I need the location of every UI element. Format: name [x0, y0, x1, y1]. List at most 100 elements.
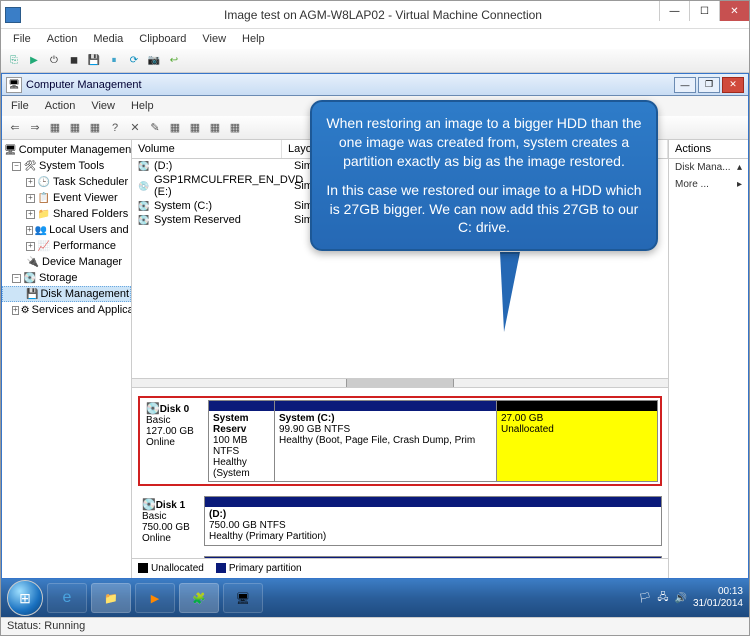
label: Shared Folders: [53, 208, 128, 220]
tray-date: 31/01/2014: [693, 598, 743, 610]
toolbar-icon[interactable]: ▦: [186, 119, 204, 137]
actions-disk[interactable]: Disk Mana...▴: [669, 159, 748, 176]
col-volume[interactable]: Volume: [132, 140, 282, 158]
label: Performance: [53, 240, 116, 252]
disk-icon: 💽: [142, 499, 156, 511]
tree-event-viewer[interactable]: +📋Event Viewer: [2, 190, 131, 206]
label: Device Manager: [42, 256, 122, 268]
vol-name: GSP1RMCULFRER_EN_DVD (E:): [154, 174, 294, 198]
vm-menu-help[interactable]: Help: [238, 31, 269, 47]
tree-performance[interactable]: +📈Performance: [2, 238, 131, 254]
toolbar-icon[interactable]: ▦: [166, 119, 184, 137]
forward-icon[interactable]: ⇒: [26, 119, 44, 137]
help-icon[interactable]: ?: [106, 119, 124, 137]
vol-name: (D:): [154, 160, 294, 172]
partition-d[interactable]: (D:)750.00 GB NTFSHealthy (Primary Parti…: [205, 497, 661, 545]
tree-local-users[interactable]: +👥Local Users and Gro: [2, 222, 131, 238]
vm-app-icon: [5, 7, 21, 23]
disk-title: Disk 1: [156, 500, 185, 511]
close-button[interactable]: ✕: [719, 1, 749, 21]
cm-menu-file[interactable]: File: [8, 99, 32, 113]
tree-services[interactable]: +⚙Services and Applicati: [2, 302, 131, 318]
back-icon[interactable]: ⇐: [6, 119, 24, 137]
part-size: 27.00 GB: [501, 413, 653, 424]
toolbar-icon[interactable]: ✕: [126, 119, 144, 137]
cm-minimize-button[interactable]: —: [674, 77, 696, 93]
reset-icon[interactable]: ⟳: [125, 52, 143, 70]
chevron-right-icon: ▸: [737, 179, 742, 190]
props-icon[interactable]: ▦: [86, 119, 104, 137]
actions-more[interactable]: More ...▸: [669, 176, 748, 193]
cm-menu-help[interactable]: Help: [128, 99, 157, 113]
disk-type: Basic: [142, 511, 200, 522]
taskbar-media[interactable]: ▶: [135, 583, 175, 613]
taskbar-ie[interactable]: e: [47, 583, 87, 613]
chevron-up-icon: ▴: [737, 162, 742, 173]
maximize-button[interactable]: ☐: [689, 1, 719, 21]
taskbar: ⊞ e 📁 ▶ 🧩 🖥 🏳 🖧 🔊 00:13 31/01/2014: [1, 579, 749, 617]
turnoff-icon[interactable]: ⏻: [45, 52, 63, 70]
vm-menu-file[interactable]: File: [9, 31, 35, 47]
tree-task-scheduler[interactable]: +🕒Task Scheduler: [2, 174, 131, 190]
tray-clock[interactable]: 00:13 31/01/2014: [693, 586, 743, 610]
toolbar-icon[interactable]: ▦: [226, 119, 244, 137]
start-icon[interactable]: ▶: [25, 52, 43, 70]
shutdown-icon[interactable]: ◼: [65, 52, 83, 70]
tree-root[interactable]: 🖥Computer Management (L: [2, 142, 131, 158]
save-icon[interactable]: 💾: [85, 52, 103, 70]
disk1-bar: (D:)750.00 GB NTFSHealthy (Primary Parti…: [204, 496, 662, 546]
tray-network-icon[interactable]: 🖧: [657, 590, 668, 607]
disk-status: Online: [146, 437, 204, 448]
taskbar-explorer[interactable]: 📁: [91, 583, 131, 613]
cm-app-icon: 🖥: [6, 77, 22, 93]
minimize-button[interactable]: —: [659, 1, 689, 21]
actions-header: Actions: [669, 140, 748, 159]
annotation-callout: When restoring an image to a bigger HDD …: [310, 100, 658, 251]
disk1-header: 💽Disk 1 Basic 750.00 GB Online: [138, 496, 204, 546]
tree-disk-management[interactable]: 💾Disk Management: [2, 286, 131, 302]
cm-close-button[interactable]: ✕: [722, 77, 744, 93]
vm-menu-view[interactable]: View: [198, 31, 230, 47]
cm-maximize-button[interactable]: ❐: [698, 77, 720, 93]
legend-unalloc: Unallocated: [151, 563, 204, 574]
pause-icon[interactable]: ⏸: [105, 52, 123, 70]
toolbar-icon[interactable]: ✎: [146, 119, 164, 137]
snapshot-icon[interactable]: 📷: [145, 52, 163, 70]
disk1-row[interactable]: 💽Disk 1 Basic 750.00 GB Online (D:)750.0…: [138, 496, 662, 546]
up-icon[interactable]: ▦: [46, 119, 64, 137]
partition-system-c[interactable]: System (C:)99.90 GB NTFSHealthy (Boot, P…: [275, 401, 497, 481]
tree-system-tools[interactable]: −🛠System Tools: [2, 158, 131, 174]
vm-menu-clipboard[interactable]: Clipboard: [135, 31, 190, 47]
ctrlaltdel-icon[interactable]: ⎘: [5, 52, 23, 70]
tree-storage[interactable]: −💽Storage: [2, 270, 131, 286]
partition-system-reserved[interactable]: System Reserv100 MB NTFSHealthy (System: [209, 401, 275, 481]
splitter-scrollbar[interactable]: [132, 378, 668, 388]
label: Services and Applicati: [32, 304, 132, 316]
callout-p2: In this case we restored our image to a …: [326, 181, 642, 238]
partition-unallocated[interactable]: 27.00 GBUnallocated: [497, 401, 657, 481]
taskbar-app2[interactable]: 🖥: [223, 583, 263, 613]
part-state: Healthy (Boot, Page File, Crash Dump, Pr…: [279, 435, 492, 446]
revert-icon[interactable]: ↩: [165, 52, 183, 70]
cm-menu-view[interactable]: View: [88, 99, 118, 113]
tray-flag-icon[interactable]: 🏳: [639, 593, 652, 604]
legend-swatch-unalloc: [138, 563, 148, 573]
tree-device-manager[interactable]: 🔌Device Manager: [2, 254, 131, 270]
tray-sound-icon[interactable]: 🔊: [674, 593, 686, 604]
taskbar-app1[interactable]: 🧩: [179, 583, 219, 613]
vm-titlebar: Image test on AGM-W8LAP02 - Virtual Mach…: [1, 1, 749, 29]
disk0-row[interactable]: 💽Disk 0 Basic 127.00 GB Online System Re…: [138, 396, 662, 486]
vm-menu-action[interactable]: Action: [43, 31, 82, 47]
start-button[interactable]: ⊞: [7, 580, 43, 616]
vm-menu-media[interactable]: Media: [89, 31, 127, 47]
part-state: Unallocated: [501, 424, 653, 435]
toolbar-icon[interactable]: ▦: [206, 119, 224, 137]
label: Disk Management: [40, 288, 129, 300]
vm-toolbar: ⎘ ▶ ⏻ ◼ 💾 ⏸ ⟳ 📷 ↩: [1, 49, 749, 73]
refresh-icon[interactable]: ▦: [66, 119, 84, 137]
vm-statusbar: Status: Running: [1, 617, 749, 635]
part-name: System Reserv: [213, 413, 270, 435]
cm-menu-action[interactable]: Action: [42, 99, 79, 113]
tree-shared-folders[interactable]: +📁Shared Folders: [2, 206, 131, 222]
tree-root-label: Computer Management (L: [19, 144, 132, 156]
